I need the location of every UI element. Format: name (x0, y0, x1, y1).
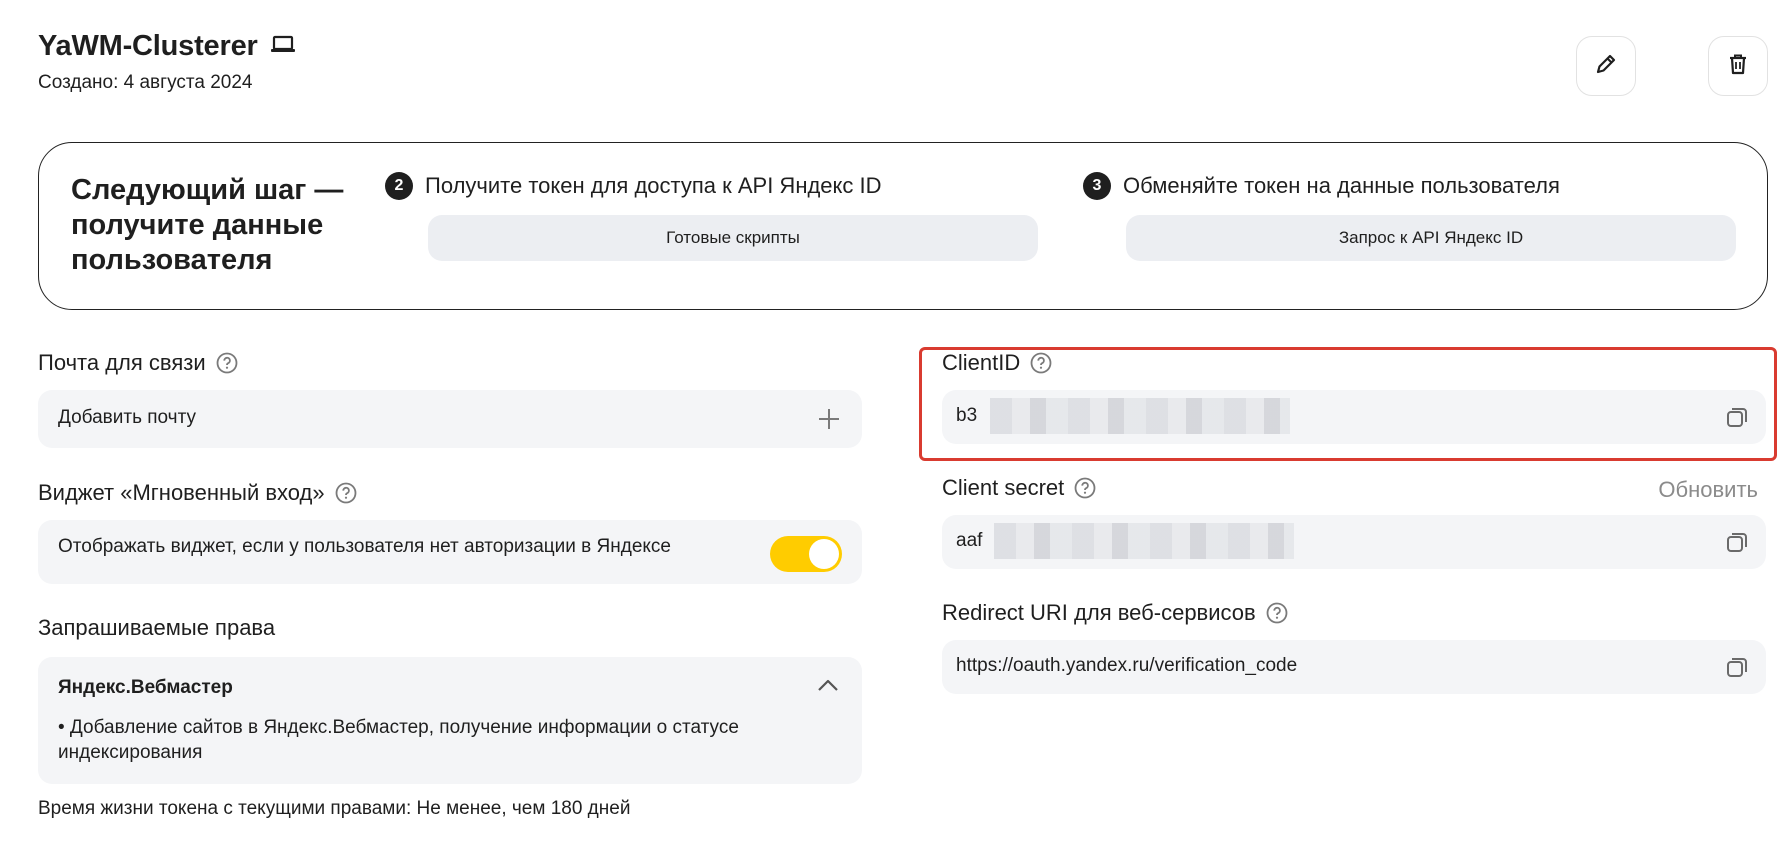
widget-label: Виджет «Мгновенный вход» (38, 480, 325, 505)
step-2: 2 Получите токен для доступа к API Яндек… (385, 171, 1038, 261)
rights-label-row: Запрашиваемые права (38, 615, 275, 641)
plus-icon[interactable] (816, 406, 842, 437)
help-icon[interactable] (335, 482, 357, 504)
app-header: YaWM-Clusterer (38, 30, 296, 63)
toggle-knob (809, 539, 839, 569)
widget-label-row: Виджет «Мгновенный вход» (38, 480, 357, 506)
update-secret-link[interactable]: Обновить (1658, 477, 1758, 503)
client-secret-label: Client secret (942, 475, 1065, 500)
client-secret-label-row: Client secret (942, 475, 1096, 501)
step-text: Обменяйте токен на данные пользователя (1123, 173, 1560, 198)
rights-label: Запрашиваемые права (38, 615, 276, 640)
step-3: 3 Обменяйте токен на данные пользователя… (1083, 171, 1736, 261)
app-title: YaWM-Clusterer (38, 30, 258, 62)
rights-panel: Яндекс.Вебмастер • Добавление сайтов в Я… (38, 657, 862, 784)
copy-icon[interactable] (1724, 529, 1750, 560)
next-step-panel: Следующий шаг — получите данные пользова… (38, 142, 1768, 310)
help-icon[interactable] (1030, 352, 1052, 374)
client-id-label-row: ClientID (942, 350, 1052, 376)
created-date: Создано: 4 августа 2024 (38, 72, 253, 93)
rights-service-title: Яндекс.Вебмастер (58, 677, 233, 698)
redacted-value (990, 398, 1290, 434)
email-label-row: Почта для связи (38, 350, 238, 376)
redirect-label-row: Redirect URI для веб-сервисов (942, 600, 1288, 626)
copy-icon[interactable] (1724, 654, 1750, 685)
trash-icon (1725, 51, 1751, 82)
help-icon[interactable] (1266, 602, 1288, 624)
next-step-title: Следующий шаг — получите данные пользова… (71, 174, 344, 276)
delete-button[interactable] (1708, 36, 1768, 96)
widget-field: Отображать виджет, если у пользователя н… (38, 520, 862, 584)
email-label: Почта для связи (38, 350, 206, 375)
widget-text: Отображать виджет, если у пользователя н… (58, 536, 671, 557)
client-id-value: b3 (956, 405, 978, 426)
step-number: 2 (385, 172, 413, 200)
client-secret-field[interactable]: aaf (942, 515, 1766, 569)
help-icon[interactable] (216, 352, 238, 374)
email-placeholder: Добавить почту (58, 407, 197, 428)
help-icon[interactable] (1074, 477, 1096, 499)
step-text: Получите токен для доступа к API Яндекс … (425, 173, 882, 198)
api-request-button[interactable]: Запрос к API Яндекс ID (1126, 215, 1736, 261)
rights-description: • Добавление сайтов в Яндекс.Вебмастер, … (58, 717, 739, 763)
edit-button[interactable] (1576, 36, 1636, 96)
ready-scripts-button[interactable]: Готовые скрипты (428, 215, 1038, 261)
client-id-label: ClientID (942, 350, 1021, 375)
token-lifetime: Время жизни токена с текущими правами: Н… (38, 798, 631, 819)
redirect-uri-value: https://oauth.yandex.ru/verification_cod… (956, 655, 1298, 676)
widget-toggle[interactable] (770, 536, 842, 572)
email-field[interactable]: Добавить почту (38, 390, 862, 448)
step-number: 3 (1083, 172, 1111, 200)
client-secret-value: aaf (956, 530, 983, 551)
copy-icon[interactable] (1724, 404, 1750, 435)
laptop-icon (270, 33, 296, 60)
client-id-field[interactable]: b3 (942, 390, 1766, 444)
redirect-label: Redirect URI для веб-сервисов (942, 600, 1256, 625)
chevron-up-icon[interactable] (816, 677, 840, 698)
pencil-icon (1593, 51, 1619, 82)
redacted-value (994, 523, 1294, 559)
redirect-uri-field[interactable]: https://oauth.yandex.ru/verification_cod… (942, 640, 1766, 694)
